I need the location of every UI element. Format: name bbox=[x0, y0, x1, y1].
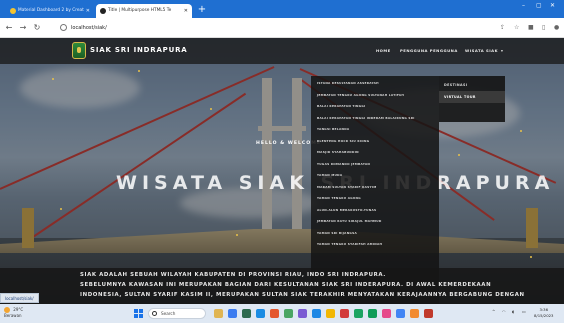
taskbar-app-icon[interactable] bbox=[368, 309, 377, 318]
tab-label: Title | Multipurpose HTML5 Te bbox=[108, 8, 172, 13]
dropdown-item[interactable]: TAMAN TENGKU SYARIFAH AMINAH bbox=[311, 239, 439, 251]
weather-widget[interactable]: 29°C Berawan bbox=[4, 307, 23, 318]
dropdown-item[interactable]: TAMAN SRI BIJANGSA bbox=[311, 228, 439, 240]
taskbar-clock[interactable]: 3:36 8/15/2023 bbox=[534, 307, 553, 319]
clock-date: 8/15/2023 bbox=[534, 313, 554, 318]
site-navbar: SIAK SRI INDRAPURA HOME PENGGUNA PENGGUN… bbox=[0, 38, 564, 64]
browser-tab-bar: Material Dashboard 2 by Creat ✕ Title | … bbox=[0, 0, 564, 18]
close-tab-icon[interactable]: ✕ bbox=[86, 4, 90, 18]
taskbar-app-icon[interactable] bbox=[284, 309, 293, 318]
taskbar-app-icon[interactable] bbox=[214, 309, 223, 318]
maximize-button[interactable]: ▢ bbox=[536, 2, 542, 9]
tab-label: Material Dashboard 2 by Creat bbox=[18, 8, 84, 13]
page-viewport: SIAK SRI INDRAPURA HOME PENGGUNA PENGGUN… bbox=[0, 38, 564, 304]
forward-icon[interactable]: → bbox=[18, 22, 28, 34]
dropdown-item[interactable]: TAMAN MUDA bbox=[311, 170, 439, 182]
tab-favicon-icon bbox=[100, 8, 106, 14]
taskbar-app-icon[interactable] bbox=[270, 309, 279, 318]
weather-temp: 29°C bbox=[13, 307, 24, 312]
description-band: SIAK ADALAH SEBUAH WILAYAH KABUPATEN DI … bbox=[0, 268, 564, 304]
dropdown-item[interactable]: KLENTENG HOCK SIU KIONG bbox=[311, 136, 439, 148]
close-window-button[interactable]: ✕ bbox=[550, 2, 555, 9]
taskbar-search[interactable]: Search bbox=[148, 308, 206, 319]
reload-icon[interactable]: ↻ bbox=[32, 22, 42, 34]
wisata-submenu: DESTINASI VIRTUAL TOUR bbox=[439, 76, 505, 122]
submenu-item-virtual-tour[interactable]: VIRTUAL TOUR bbox=[439, 91, 505, 103]
dropdown-item[interactable]: JEMBATAN TENGKU AGUNG SULTANAH LATIFAH bbox=[311, 90, 439, 102]
description-line: INDONESIA, SULTAN SYARIF KASIM II, MERUP… bbox=[80, 292, 525, 298]
dropdown-item[interactable]: MASJID SYAHABUDDIN bbox=[311, 147, 439, 159]
file-explorer-icon[interactable] bbox=[228, 309, 237, 318]
dropdown-item[interactable]: ALUN-ALUN MERAKUSTO-TUNAS bbox=[311, 205, 439, 217]
profile-icon[interactable]: ● bbox=[554, 23, 559, 33]
browser-tab-active[interactable]: Title | Multipurpose HTML5 Te ✕ bbox=[96, 4, 192, 18]
dropdown-item[interactable]: BALAI KERAPATAN TINGGI bbox=[311, 101, 439, 113]
site-brand[interactable]: SIAK SRI INDRAPURA bbox=[90, 46, 188, 54]
nav-wisata-siak[interactable]: WISATA SIAK bbox=[465, 48, 498, 53]
dropdown-item[interactable]: TAMAN TENGKU AGUNG bbox=[311, 193, 439, 205]
minimize-button[interactable]: – bbox=[522, 2, 525, 9]
submenu-item-destinasi[interactable]: DESTINASI bbox=[439, 79, 505, 91]
taskbar-app-icon[interactable] bbox=[382, 309, 391, 318]
nav-home[interactable]: HOME bbox=[376, 48, 391, 53]
edge-browser-icon[interactable] bbox=[256, 309, 265, 318]
search-label: Search bbox=[161, 311, 176, 316]
taskbar-app-icon[interactable] bbox=[396, 309, 405, 318]
chevron-down-icon: ▾ bbox=[501, 48, 504, 53]
weather-text: Berawan bbox=[4, 313, 22, 318]
vscode-icon[interactable] bbox=[312, 309, 321, 318]
link-status-url: localhost/siak/ bbox=[0, 293, 39, 303]
description-line: SIAK ADALAH SEBUAH WILAYAH KABUPATEN DI … bbox=[80, 272, 386, 278]
tray-overflow-icon[interactable]: ^ bbox=[492, 309, 495, 314]
clock-time: 3:36 bbox=[539, 307, 548, 312]
wifi-icon[interactable]: ◠ bbox=[502, 309, 506, 314]
new-tab-button[interactable]: + bbox=[196, 4, 208, 16]
taskbar-app-icon[interactable] bbox=[354, 309, 363, 318]
dropdown-item[interactable]: BALAI KERAPATAN TINGGI INDERAM BALAIRUNG… bbox=[311, 113, 439, 125]
dropdown-item[interactable]: JEMBATAN RATU SIRAJUL MAHMUD bbox=[311, 216, 439, 228]
taskbar-app-icon[interactable] bbox=[340, 309, 349, 318]
dropdown-item[interactable]: MAKAM SULTAN SYARIF KASYIM bbox=[311, 182, 439, 194]
bookmark-star-icon[interactable]: ☆ bbox=[514, 23, 519, 33]
description-line: SEBELUMNYA KAWASAN INI MERUPAKAN BAGIAN … bbox=[80, 282, 492, 288]
sidebar-icon[interactable]: ▯ bbox=[542, 23, 545, 33]
taskbar-app-icon[interactable] bbox=[298, 309, 307, 318]
taskbar-app-icon[interactable] bbox=[424, 309, 433, 318]
share-icon[interactable]: ⇪ bbox=[500, 23, 505, 33]
close-tab-icon[interactable]: ✕ bbox=[184, 4, 188, 18]
nav-pengguna[interactable]: PENGGUNA PENGGUNA bbox=[400, 48, 458, 53]
siak-logo-icon[interactable] bbox=[72, 42, 86, 59]
address-text: localhost/siak/ bbox=[71, 25, 107, 31]
extensions-icon[interactable]: ■ bbox=[528, 23, 534, 33]
address-field[interactable]: localhost/siak/ bbox=[60, 22, 107, 34]
back-icon[interactable]: ← bbox=[4, 22, 14, 34]
taskbar-app-icon[interactable] bbox=[242, 309, 251, 318]
windows-taskbar: 29°C Berawan Search ^ ◠ ◖ ▭ 3:36 8/15/20… bbox=[0, 304, 564, 323]
tab-favicon-icon bbox=[10, 8, 16, 14]
chrome-icon[interactable] bbox=[326, 309, 335, 318]
site-info-icon[interactable] bbox=[60, 24, 67, 31]
taskbar-app-icon[interactable] bbox=[410, 309, 419, 318]
address-bar-row: ← → ↻ localhost/siak/ ⇪ ☆ ■ ▯ ● bbox=[0, 18, 564, 38]
browser-tab-material-dashboard[interactable]: Material Dashboard 2 by Creat ✕ bbox=[6, 4, 94, 18]
search-icon bbox=[152, 311, 157, 316]
volume-icon[interactable]: ◖ bbox=[512, 309, 514, 314]
dropdown-item[interactable]: TANGSI BELANDA bbox=[311, 124, 439, 136]
dropdown-item[interactable]: TUGAS KOMANDO JEMBATAN bbox=[311, 159, 439, 171]
windows-start-icon[interactable] bbox=[134, 309, 143, 318]
dropdown-item[interactable]: ISTANA KESULTANAN ASSERAYAH bbox=[311, 78, 439, 90]
battery-icon[interactable]: ▭ bbox=[522, 309, 526, 314]
